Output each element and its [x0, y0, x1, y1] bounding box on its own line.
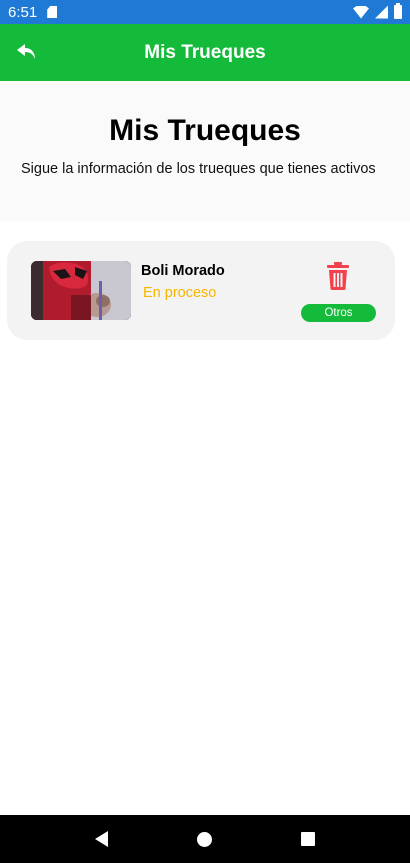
trade-item-status: En proceso [143, 285, 217, 301]
signal-icon [375, 5, 388, 19]
category-badge: Otros [301, 304, 376, 322]
page-title: Mis Trueques [109, 114, 301, 147]
status-bar: 6:51 [0, 0, 410, 24]
nav-recents-icon[interactable] [301, 832, 316, 846]
wifi-icon [353, 5, 369, 19]
back-button[interactable] [12, 38, 42, 66]
status-time: 6:51 [8, 3, 38, 21]
battery-icon [394, 3, 402, 19]
sd-card-icon [47, 6, 58, 18]
item-thumbnail [31, 261, 131, 320]
delete-trade-button[interactable] [325, 261, 351, 291]
app-bar: Mis Trueques [0, 24, 410, 81]
nav-home-icon[interactable] [196, 831, 212, 847]
app-bar-title: Mis Trueques [144, 41, 266, 63]
back-arrow-icon [17, 44, 35, 59]
navigation-bar [0, 815, 410, 863]
trade-card[interactable]: Boli Morado En proceso Otros [7, 241, 395, 340]
header-section: Mis Trueques Sigue la información de los… [0, 81, 410, 221]
page-subtitle: Sigue la información de los trueques que… [21, 161, 376, 177]
trade-item-name: Boli Morado [141, 263, 225, 279]
trash-icon [327, 262, 349, 290]
status-icons [353, 3, 402, 19]
nav-back-icon[interactable] [94, 831, 108, 847]
